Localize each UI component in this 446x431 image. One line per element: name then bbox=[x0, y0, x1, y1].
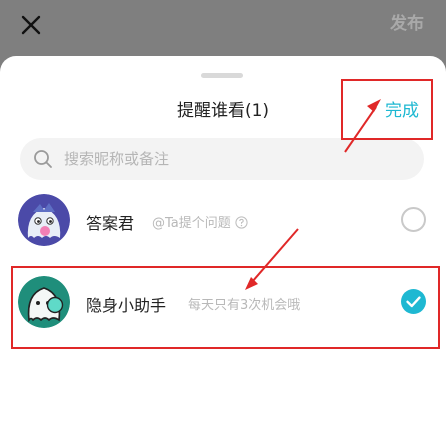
ghost-avatar-purple-icon bbox=[18, 194, 70, 246]
user-row[interactable]: 隐身小助手 每天只有3次机会哦 bbox=[0, 272, 446, 336]
user-name: 隐身小助手 bbox=[86, 296, 167, 315]
user-name: 答案君 bbox=[86, 214, 135, 233]
publish-button[interactable]: 发布 bbox=[390, 10, 424, 38]
user-description-text: @Ta提个问题 bbox=[152, 216, 231, 231]
user-description: @Ta提个问题 bbox=[152, 212, 248, 231]
close-icon bbox=[21, 15, 41, 35]
user-row[interactable]: 答案君 @Ta提个问题 bbox=[0, 190, 446, 254]
ghost-avatar-green-icon bbox=[18, 276, 70, 328]
sheet-grabber[interactable] bbox=[201, 73, 243, 78]
help-icon bbox=[235, 216, 248, 229]
search-input[interactable] bbox=[64, 138, 404, 180]
sheet-title: 提醒谁看(1) bbox=[176, 101, 270, 121]
select-radio-checked[interactable] bbox=[401, 289, 426, 314]
select-radio-unchecked[interactable] bbox=[401, 207, 426, 232]
checkmark-icon bbox=[406, 296, 421, 308]
search-icon bbox=[34, 150, 52, 168]
mention-sheet: 提醒谁看(1) 完成 答案君 @Ta提个问题 bbox=[0, 56, 446, 431]
close-button[interactable] bbox=[14, 8, 48, 42]
search-bar[interactable] bbox=[20, 138, 424, 180]
done-button[interactable]: 完成 bbox=[385, 96, 419, 121]
user-description: 每天只有3次机会哦 bbox=[188, 298, 301, 313]
